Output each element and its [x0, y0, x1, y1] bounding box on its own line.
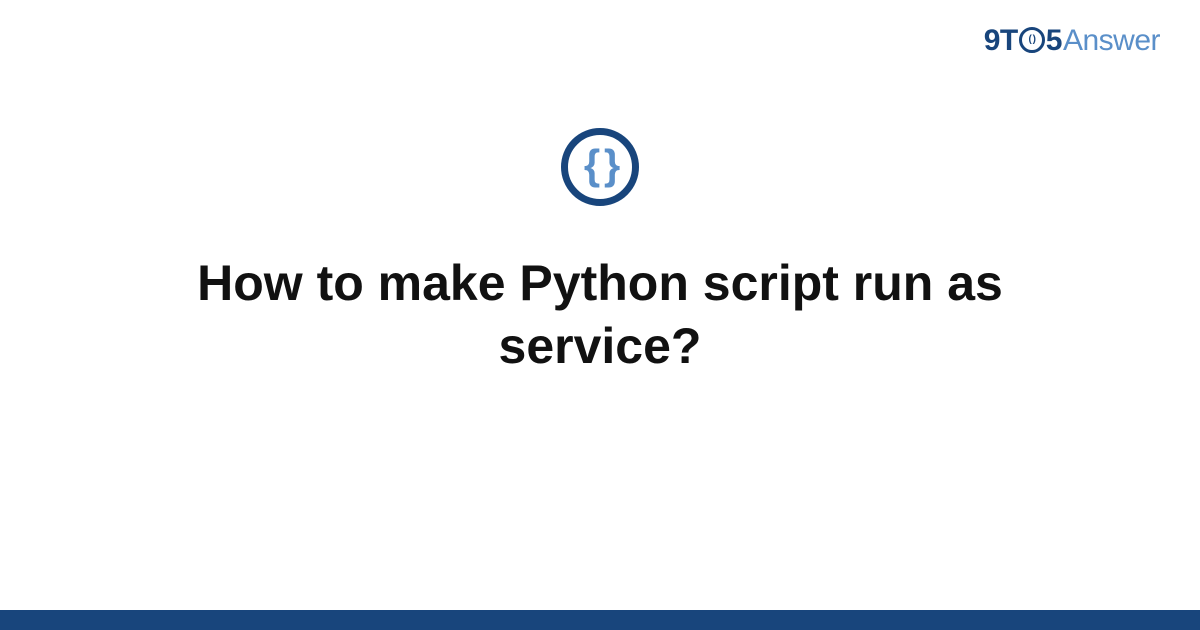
logo-text-9t: 9T	[984, 24, 1018, 58]
logo-o-inner-glyph: ( )	[1029, 35, 1035, 45]
footer-accent-bar	[0, 610, 1200, 630]
logo-text-5: 5	[1046, 24, 1062, 58]
question-title: How to make Python script run as service…	[100, 252, 1100, 377]
logo-text-answer: Answer	[1063, 24, 1160, 58]
logo-o-circle-icon: ( )	[1019, 27, 1045, 53]
code-badge-icon: { }	[561, 128, 639, 206]
site-logo: 9T ( ) 5 Answer	[984, 24, 1160, 58]
curly-braces-icon: { }	[584, 144, 616, 186]
content-area: { } How to make Python script run as ser…	[0, 128, 1200, 377]
